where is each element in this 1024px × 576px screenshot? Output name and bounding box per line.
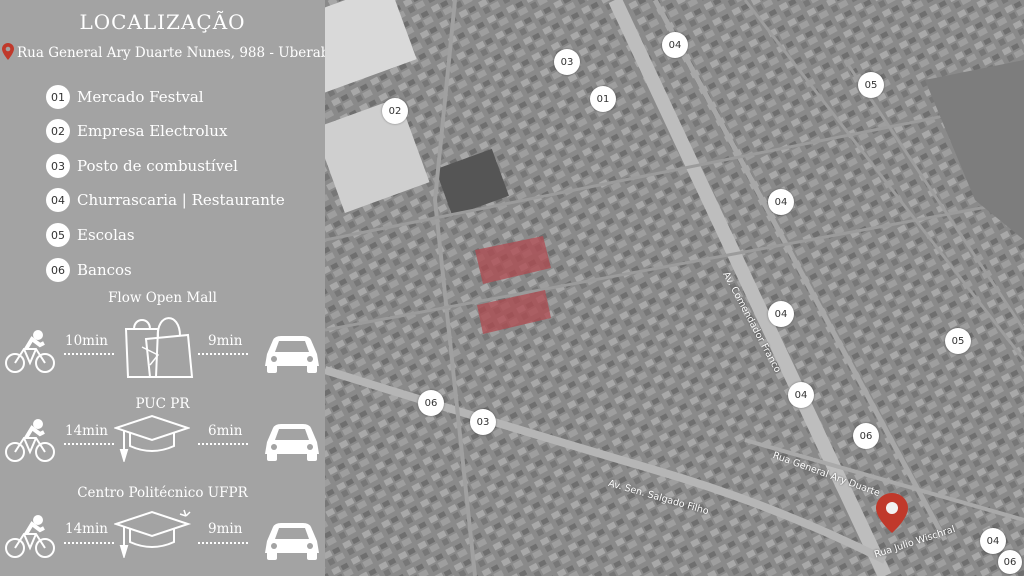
legend-label: Mercado Festval <box>77 88 204 106</box>
info-panel: LOCALIZAÇÃO Rua General Ary Duarte Nunes… <box>0 0 337 576</box>
map-marker[interactable]: 06 <box>853 423 879 449</box>
legend-label: Escolas <box>77 226 135 244</box>
aerial-map[interactable]: 03 01 02 04 05 04 04 05 04 06 03 06 04 0… <box>325 0 1024 576</box>
shopping-bags-icon <box>122 309 194 383</box>
dotted-divider <box>198 443 248 445</box>
legend-label: Empresa Electrolux <box>77 122 228 140</box>
legend-number: 06 <box>46 258 70 282</box>
dotted-divider <box>64 443 114 445</box>
destination-title: Centro Politécnico UFPR <box>77 485 248 501</box>
map-marker[interactable]: 04 <box>788 382 814 408</box>
map-marker[interactable]: 04 <box>662 32 688 58</box>
legend-label: Posto de combustível <box>77 157 238 175</box>
map-marker[interactable]: 03 <box>470 409 496 435</box>
legend-item: 04 Churrascaria | Restaurante <box>46 188 285 212</box>
legend-label: Bancos <box>77 261 132 279</box>
legend-number: 02 <box>46 119 70 143</box>
legend-item: 03 Posto de combustível <box>46 154 238 178</box>
destination-title: Flow Open Mall <box>108 290 217 306</box>
dotted-divider <box>64 542 114 544</box>
car-icon <box>263 332 321 378</box>
legend-item: 01 Mercado Festval <box>46 85 204 109</box>
address-line: Rua General Ary Duarte Nunes, 988 - Uber… <box>2 43 337 64</box>
legend-label: Churrascaria | Restaurante <box>77 191 285 209</box>
legend-number: 03 <box>46 154 70 178</box>
legend-item: 02 Empresa Electrolux <box>46 119 227 143</box>
location-pin-icon <box>2 43 14 64</box>
dotted-divider <box>64 353 114 355</box>
bike-time: 10min <box>65 333 108 349</box>
legend-number: 04 <box>46 188 70 212</box>
map-marker[interactable]: 02 <box>382 98 408 124</box>
legend-item: 06 Bancos <box>46 258 132 282</box>
address-text: Rua General Ary Duarte Nunes, 988 - Uber… <box>17 45 338 61</box>
bike-time: 14min <box>65 521 108 537</box>
bike-time: 14min <box>65 423 108 439</box>
map-marker[interactable]: 06 <box>418 390 444 416</box>
map-marker[interactable]: 03 <box>554 49 580 75</box>
destination-title: PUC PR <box>135 396 190 412</box>
map-marker[interactable]: 05 <box>945 328 971 354</box>
bicycle-icon <box>4 416 56 468</box>
car-icon <box>263 420 321 466</box>
car-icon <box>263 519 321 565</box>
map-imagery <box>325 0 1024 576</box>
dotted-divider <box>198 542 248 544</box>
graduation-cap-icon <box>112 414 192 466</box>
map-marker[interactable]: 05 <box>858 72 884 98</box>
car-time: 9min <box>208 333 243 349</box>
legend-item: 05 Escolas <box>46 223 135 247</box>
bicycle-icon <box>4 512 56 564</box>
map-marker[interactable]: 01 <box>590 86 616 112</box>
map-marker[interactable]: 04 <box>980 528 1006 554</box>
graduation-cap-icon <box>112 508 194 562</box>
map-marker[interactable]: 06 <box>998 550 1022 574</box>
map-marker[interactable]: 04 <box>768 189 794 215</box>
legend-number: 05 <box>46 223 70 247</box>
bicycle-icon <box>4 327 56 379</box>
dotted-divider <box>198 353 248 355</box>
car-time: 6min <box>208 423 243 439</box>
car-time: 9min <box>208 521 243 537</box>
map-marker[interactable]: 04 <box>768 301 794 327</box>
page-title: LOCALIZAÇÃO <box>79 10 246 34</box>
legend-number: 01 <box>46 85 70 109</box>
